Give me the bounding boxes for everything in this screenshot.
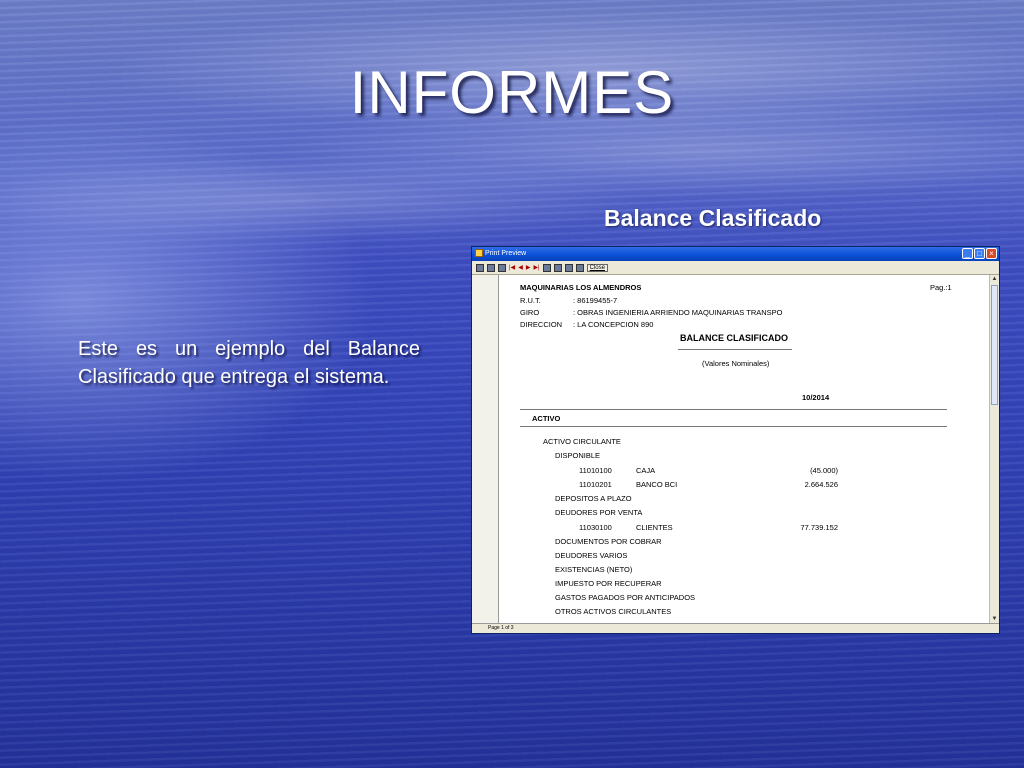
window-title: Print Preview [485,250,527,257]
company-name: MAQUINARIAS LOS ALMENDROS [520,283,642,292]
account-code: 11030100 [579,523,612,532]
status-bar: Page 1 of 3 [472,623,999,633]
page-margin [472,275,499,624]
account-code: 11010100 [579,466,612,475]
preview-toolbar: |◀ ◀ ▶ ▶| Close [472,261,999,275]
zoom-page-icon[interactable] [498,263,506,272]
vertical-scrollbar[interactable]: ▲ ▼ [989,275,999,624]
print-icon[interactable] [553,263,562,272]
zoom-fit-icon[interactable] [476,263,484,272]
zoom-width-icon[interactable] [487,263,495,272]
last-page-icon[interactable]: ▶| [533,264,539,271]
line-disponible: DISPONIBLE [555,451,601,460]
scroll-thumb[interactable] [991,285,998,405]
minimize-icon[interactable]: _ [962,248,973,259]
section-activo: ACTIVO [532,414,561,423]
app-icon [475,249,483,258]
rut-label: R.U.T. [520,296,541,305]
line-impuesto: IMPUESTO POR RECUPERAR [555,579,662,588]
slide-subtitle: Balance Clasificado [604,205,822,231]
direccion-label: DIRECCION [520,320,563,329]
line-depositos: DEPOSITOS A PLAZO [555,494,632,503]
account-code: 11010201 [579,480,612,489]
first-page-icon[interactable]: |◀ [509,264,515,271]
line-gastos: GASTOS PAGADOS POR ANTICIPADOS [555,593,696,602]
save-icon[interactable] [564,263,573,272]
line-documentos: DOCUMENTOS POR COBRAR [555,537,662,546]
prev-page-icon[interactable]: ◀ [518,264,523,271]
window-titlebar[interactable]: Print Preview _ □ × [472,247,999,261]
rut-value: : 86199455-7 [573,296,618,305]
giro-value: : OBRAS INGENIERIA ARRIENDO MAQUINARIAS … [573,308,783,317]
close-button[interactable]: Close [586,263,608,272]
line-deudores-varios: DEUDORES VARIOS [555,551,628,560]
report-title: BALANCE CLASIFICADO [680,333,788,343]
line-otros: OTROS ACTIVOS CIRCULANTES [555,607,672,616]
report-page: MAQUINARIAS LOS ALMENDROS Pag.:1 R.U.T. … [498,275,989,624]
print-preview-window[interactable]: Print Preview _ □ × |◀ ◀ ▶ ▶| Close MAQU… [471,246,1000,634]
report-subtitle: (Valores Nominales) [702,359,770,368]
slide-title: INFORMES [349,59,675,126]
scroll-up-icon[interactable]: ▲ [990,275,999,284]
line-deudores-venta: DEUDORES POR VENTA [555,508,643,517]
giro-label: GIRO [520,308,540,317]
page-number: Pag.:1 [930,283,952,292]
period-header: 10/2014 [802,393,830,402]
maximize-icon[interactable]: □ [974,248,985,259]
direccion-value: : LA CONCEPCION 890 [573,320,654,329]
group-activo-circulante: ACTIVO CIRCULANTE [543,437,621,446]
title-underline [678,349,792,350]
next-page-icon[interactable]: ▶ [526,264,531,271]
open-icon[interactable] [575,263,584,272]
close-icon[interactable]: × [986,248,997,259]
account-name: BANCO BCI [636,480,678,489]
slide-description: Este es un ejemplo del Balance Clasifica… [78,338,420,388]
printer-setup-icon[interactable] [542,263,551,272]
line-existencias: EXISTENCIAS (NETO) [555,565,633,574]
account-name: CAJA [636,466,656,475]
account-name: CLIENTES [636,523,673,532]
account-value: 2.664.526 [804,480,838,489]
account-value: (45.000) [810,466,838,475]
account-value: 77.739.152 [800,523,838,532]
report-viewport[interactable]: MAQUINARIAS LOS ALMENDROS Pag.:1 R.U.T. … [472,275,989,624]
header-rule-top [520,409,947,410]
header-rule-bottom [520,426,947,427]
